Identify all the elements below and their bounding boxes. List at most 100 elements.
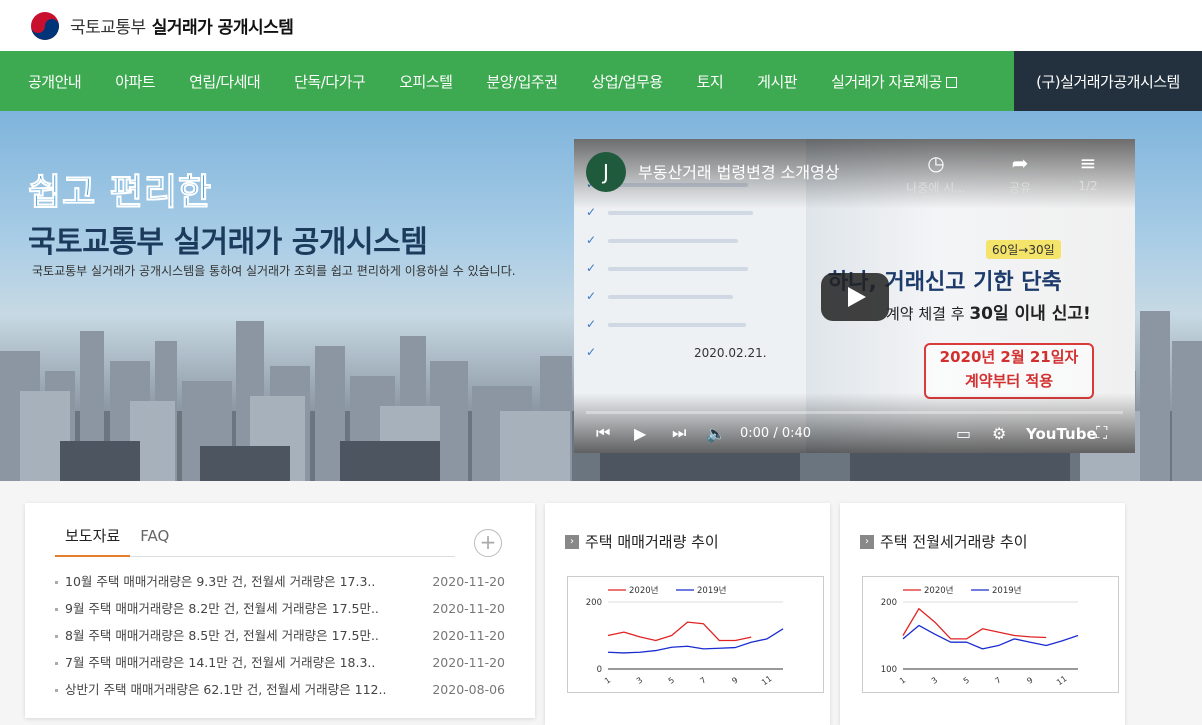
- promo-sub-bold: 30일 이내 신고!: [969, 304, 1091, 324]
- news-date: 2020-11-20: [432, 655, 505, 670]
- news-date: 2020-11-20: [432, 601, 505, 616]
- external-link-icon: [945, 76, 957, 88]
- x-tick-label: 3: [930, 675, 939, 685]
- x-tick-label: 5: [962, 675, 971, 685]
- clock-icon: ◷: [927, 151, 945, 175]
- series-line: [607, 621, 752, 642]
- x-tick-label: 7: [994, 675, 1003, 685]
- news-list: 10월 주택 매매거래량은 9.3만 건, 전월세 거래량은 17.3.. 202…: [55, 574, 505, 709]
- promo-sub: 계약 체결 후 30일 이내 신고!: [886, 299, 1091, 324]
- arrow-right-icon: ›: [860, 534, 874, 549]
- nav-item-land[interactable]: 토지: [680, 51, 741, 111]
- tab-faq[interactable]: FAQ: [130, 525, 179, 557]
- sale-title-text: 주택 매매거래량 추이: [585, 533, 719, 551]
- rent-title-text: 주택 전월세거래량 추이: [880, 533, 1028, 551]
- sale-volume-panel: › 주택 매매거래량 추이 2020년 2019년 0 200 1 3 5 7 9 11: [545, 503, 830, 725]
- news-title[interactable]: 10월 주택 매매거래량은 9.3만 건, 전월세 거래량은 17.3..: [55, 574, 375, 601]
- nav-item-officetel[interactable]: 오피스텔: [382, 51, 469, 111]
- legend-label: 2019년: [992, 585, 1021, 596]
- progress-bar[interactable]: [586, 411, 1123, 414]
- rent-chart: 2020년 2019년 100 200 1 3 5 7 9 11: [862, 576, 1119, 693]
- y-tick-label: 200: [586, 598, 602, 608]
- days-badge: 60일→30일: [986, 240, 1061, 259]
- settings-gear-icon[interactable]: ⚙: [992, 424, 1006, 443]
- nav-item-house[interactable]: 단독/다가구: [277, 51, 382, 111]
- news-date: 2020-11-20: [432, 628, 505, 643]
- nav-item-presale[interactable]: 분양/입주권: [469, 51, 574, 111]
- playlist-count: 1/2: [1078, 179, 1098, 193]
- more-plus-icon[interactable]: +: [474, 529, 502, 557]
- nav-item-villa[interactable]: 연립/다세대: [172, 51, 277, 111]
- rent-chart-svg: 2020년 2019년 100 200 1 3 5 7 9 11: [881, 585, 1079, 687]
- sale-panel-title[interactable]: › 주택 매매거래량 추이: [565, 531, 719, 552]
- share-icon: ➦: [1011, 151, 1029, 175]
- sale-chart-svg: 2020년 2019년 0 200 1 3 5 7 9 11: [586, 585, 784, 687]
- channel-avatar[interactable]: J: [586, 152, 626, 192]
- play-button-large[interactable]: [821, 273, 889, 321]
- news-title[interactable]: 7월 주택 매매거래량은 14.1만 건, 전월세 거래량은 18.3..: [55, 655, 375, 682]
- check-icon: ✓: [586, 233, 597, 247]
- nav-item-guide[interactable]: 공개안내: [0, 51, 98, 111]
- nav-item-commercial[interactable]: 상업/업무용: [575, 51, 680, 111]
- org-name: 국토교통부: [70, 18, 146, 38]
- hero-title: 국토교통부 실거래가 공개시스템: [28, 225, 428, 260]
- x-tick-label: 1: [898, 675, 907, 685]
- news-title[interactable]: 9월 주택 매매거래량은 8.2만 건, 전월세 거래량은 17.5만..: [55, 601, 379, 628]
- promo-stamp: 2020년 2월 21일자 계약부터 적용: [924, 343, 1094, 399]
- news-date: 2020-08-06: [432, 682, 505, 697]
- taegeuk-logo-icon[interactable]: [30, 11, 60, 41]
- play-icon[interactable]: ▶: [634, 424, 646, 443]
- x-tick-label: 5: [667, 675, 676, 685]
- video-doc-date: 2020.02.21.: [694, 346, 767, 360]
- previous-icon[interactable]: ⏮: [596, 423, 610, 443]
- next-icon[interactable]: ⏭: [672, 423, 686, 443]
- y-tick-label: 200: [881, 598, 897, 608]
- x-tick-label: 9: [730, 675, 739, 685]
- legend-label: 2019년: [697, 585, 726, 596]
- site-header: 국토교통부 실거래가 공개시스템: [0, 0, 1202, 51]
- subtitles-icon[interactable]: ▭: [956, 424, 971, 443]
- rent-panel-title[interactable]: › 주택 전월세거래량 추이: [860, 531, 1028, 552]
- legend-label: 2020년: [924, 585, 953, 596]
- y-tick-label: 100: [881, 665, 897, 675]
- video-time: 0:00 / 0:40: [740, 426, 812, 441]
- nav-item-old-system[interactable]: (구)실거래가공개시스템: [1014, 51, 1202, 111]
- site-title[interactable]: 국토교통부 실거래가 공개시스템: [70, 13, 294, 38]
- video-title[interactable]: 부동산거래 법령변경 소개영상: [638, 159, 840, 183]
- volume-icon[interactable]: 🔈: [706, 424, 726, 443]
- youtube-logo[interactable]: YouTube: [1026, 425, 1097, 443]
- arrow-right-icon: ›: [565, 534, 579, 549]
- check-icon: ✓: [586, 289, 597, 303]
- hero-description: 국토교통부 실거래가 공개시스템을 통하여 실거래가 조회를 쉽고 편리하게 이…: [32, 264, 516, 278]
- share-button[interactable]: ➦ 공유: [990, 151, 1050, 196]
- playlist-button[interactable]: ≡ 1/2: [1058, 151, 1118, 193]
- list-item[interactable]: 9월 주택 매매거래량은 8.2만 건, 전월세 거래량은 17.5만.. 202…: [55, 601, 505, 628]
- y-tick-label: 0: [597, 665, 602, 675]
- check-icon: ✓: [586, 345, 597, 359]
- hero-banner: 쉽고 편리한 국토교통부 실거래가 공개시스템 국토교통부 실거래가 공개시스템…: [0, 111, 1202, 481]
- fullscreen-icon[interactable]: ⛶: [1096, 423, 1107, 443]
- nav-item-data-provision[interactable]: 실거래가 자료제공: [814, 51, 974, 111]
- news-tabs: 보도자료 FAQ: [55, 525, 455, 557]
- sale-chart: 2020년 2019년 0 200 1 3 5 7 9 11: [567, 576, 824, 693]
- list-item[interactable]: 8월 주택 매매거래량은 8.5만 건, 전월세 거래량은 17.5만.. 202…: [55, 628, 505, 655]
- news-title[interactable]: 상반기 주택 매매거래량은 62.1만 건, 전월세 거래량은 112..: [55, 682, 386, 709]
- nav-item-board[interactable]: 게시판: [740, 51, 814, 111]
- hero-tagline: 쉽고 편리한: [27, 172, 213, 214]
- list-item[interactable]: 7월 주택 매매거래량은 14.1만 건, 전월세 거래량은 18.3.. 202…: [55, 655, 505, 682]
- news-title[interactable]: 8월 주택 매매거래량은 8.5만 건, 전월세 거래량은 17.5만..: [55, 628, 379, 655]
- stamp-line2: 계약부터 적용: [964, 372, 1054, 390]
- check-icon: ✓: [586, 317, 597, 331]
- list-item[interactable]: 상반기 주택 매매거래량은 62.1만 건, 전월세 거래량은 112.. 202…: [55, 682, 505, 709]
- list-item[interactable]: 10월 주택 매매거래량은 9.3만 건, 전월세 거래량은 17.3.. 202…: [55, 574, 505, 601]
- stamp-line1: 2020년 2월 21일자: [939, 348, 1079, 366]
- watch-later-button[interactable]: ◷ 나중에 시...: [906, 151, 966, 196]
- main-nav: 공개안내 아파트 연립/다세대 단독/다가구 오피스텔 분양/입주권 상업/업무…: [0, 51, 1202, 111]
- tab-press-release[interactable]: 보도자료: [55, 525, 131, 557]
- youtube-player[interactable]: ✓ ✓ ✓ ✓ ✓ ✓ ✓ 2020.02.21. 60일→30일 하나, 거래…: [574, 139, 1135, 453]
- check-icon: ✓: [586, 261, 597, 275]
- series-line: [902, 624, 1079, 650]
- watch-later-label: 나중에 시...: [906, 181, 966, 195]
- playlist-icon: ≡: [1079, 151, 1097, 175]
- nav-item-apartment[interactable]: 아파트: [98, 51, 172, 111]
